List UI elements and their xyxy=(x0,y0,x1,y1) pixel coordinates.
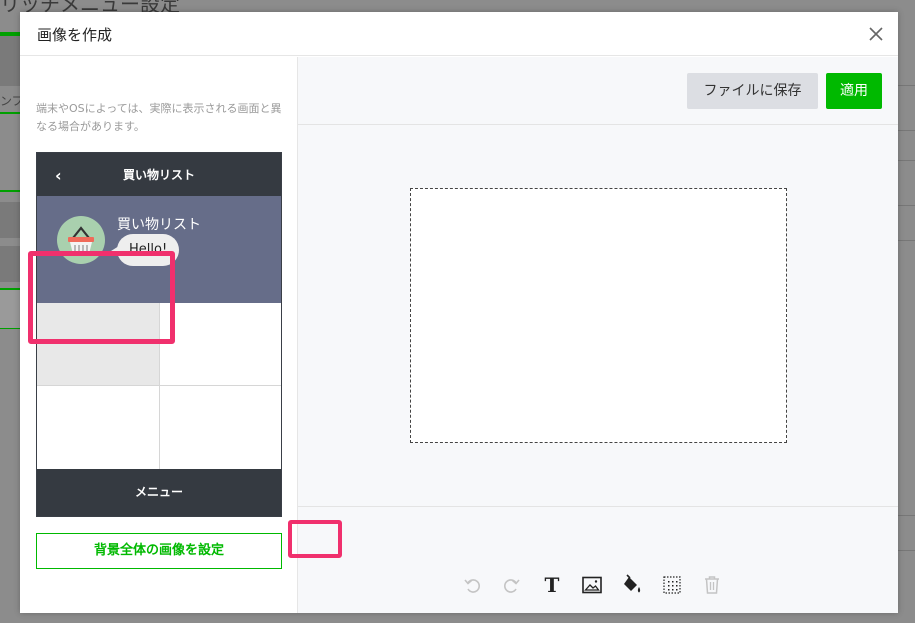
tool-bar-area: T xyxy=(298,506,898,613)
background-strip xyxy=(0,246,20,282)
editor-toolbar: ファイルに保存 適用 xyxy=(298,57,898,125)
rich-menu-area-d[interactable] xyxy=(160,386,281,469)
background-line xyxy=(898,205,915,206)
image-tool-highlight xyxy=(288,520,342,558)
fill-icon[interactable] xyxy=(614,567,650,603)
undo-icon[interactable] xyxy=(454,567,490,603)
background-strip xyxy=(0,36,20,86)
phone-menu-bar: メニュー xyxy=(37,469,281,516)
background-line xyxy=(898,85,915,86)
background-strip xyxy=(0,190,20,192)
chat-sender-name: 買い物リスト xyxy=(117,217,201,233)
background-line xyxy=(898,240,915,241)
phone-header-title: 買い物リスト xyxy=(122,168,195,182)
selected-area-highlight xyxy=(28,251,175,344)
canvas-area xyxy=(298,125,898,506)
background-line xyxy=(898,130,915,131)
background-strip xyxy=(0,112,20,114)
set-background-image-button[interactable]: 背景全体の画像を設定 xyxy=(36,533,282,569)
create-image-modal: 画像を作成 端末やOSによっては、実際に表示される画面と異なる場合があります。 … xyxy=(20,12,898,613)
rich-menu-area-c[interactable] xyxy=(37,386,160,469)
apply-button[interactable]: 適用 xyxy=(826,73,882,109)
redo-icon[interactable] xyxy=(494,567,530,603)
rich-menu-area-b[interactable] xyxy=(160,303,281,386)
background-line xyxy=(898,160,915,161)
modal-title: 画像を作成 xyxy=(37,26,113,44)
background-strip xyxy=(0,288,20,329)
image-canvas[interactable] xyxy=(410,188,787,443)
close-icon[interactable] xyxy=(866,24,886,44)
background-line xyxy=(898,515,915,516)
phone-header: ‹ 買い物リスト xyxy=(37,153,281,196)
preview-notice: 端末やOSによっては、実際に表示される画面と異なる場合があります。 xyxy=(36,102,282,133)
background-strip xyxy=(0,202,20,238)
text-icon[interactable]: T xyxy=(534,567,570,603)
editor-panel: ファイルに保存 適用 T xyxy=(298,57,898,613)
image-icon[interactable] xyxy=(574,567,610,603)
grid-icon[interactable] xyxy=(654,567,690,603)
background-line xyxy=(898,550,915,551)
modal-header: 画像を作成 xyxy=(20,12,898,56)
trash-icon[interactable] xyxy=(694,567,730,603)
save-to-file-button[interactable]: ファイルに保存 xyxy=(687,73,818,109)
